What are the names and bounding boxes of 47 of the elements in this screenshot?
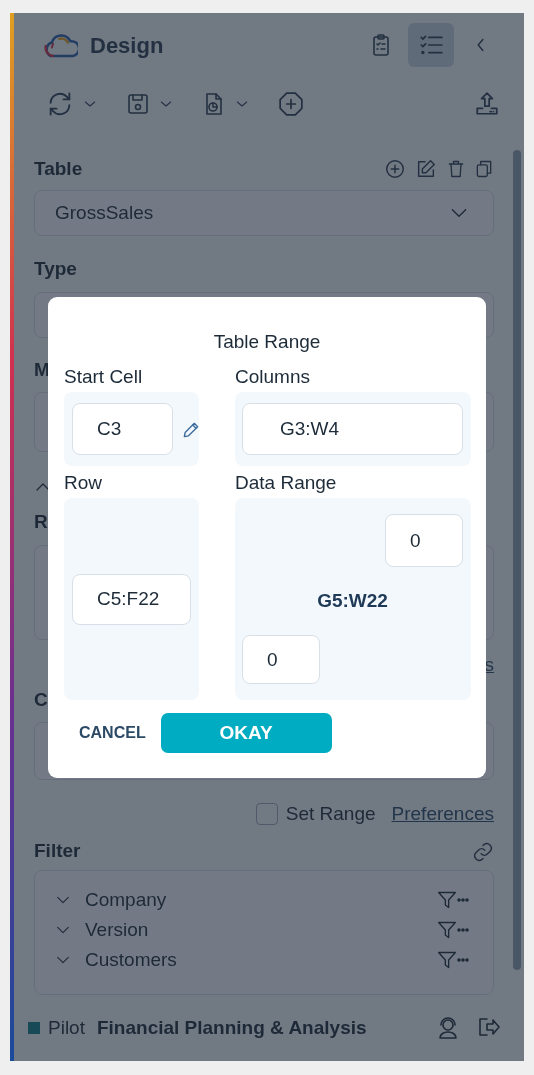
checklist-button[interactable] — [408, 23, 454, 67]
filter-icon — [437, 949, 457, 971]
section-label: Filter — [34, 838, 81, 863]
cancel-button[interactable]: CANCEL — [79, 721, 146, 745]
table-select[interactable]: GrossSales — [34, 190, 494, 236]
field-label: Row — [64, 471, 103, 495]
input-field[interactable]: 0 — [385, 514, 463, 567]
checkbox-label: Set Range — [285, 801, 376, 826]
filter-icon — [437, 889, 457, 911]
checkbox[interactable] — [255, 803, 278, 825]
okay-button[interactable]: OKAY — [160, 713, 332, 753]
trash-icon — [446, 158, 466, 180]
filter-item[interactable]: Company — [85, 885, 167, 915]
dialog-title: Table Range — [213, 330, 321, 353]
app-name: Financial Planning & Analysis — [96, 1015, 367, 1040]
section-label: Type — [34, 256, 77, 281]
panel-title: Design — [90, 31, 164, 60]
user-icon — [436, 1015, 460, 1041]
preferences-link[interactable]: Preferences — [391, 799, 494, 829]
scrollbar[interactable] — [513, 150, 521, 970]
add-icon — [278, 91, 304, 117]
input-field[interactable]: C5:F22 — [72, 573, 191, 625]
copy-icon — [474, 158, 494, 180]
filter-icon — [437, 919, 457, 941]
environment-label: Pilot — [48, 1015, 85, 1040]
section-label: C — [34, 687, 48, 712]
logout-icon — [476, 1015, 502, 1039]
more-icon — [457, 927, 469, 933]
field-label: Data Range — [235, 471, 338, 495]
status-square — [28, 1022, 40, 1034]
more-icon — [457, 957, 469, 963]
section-label: Table — [34, 156, 83, 181]
upload-icon — [474, 91, 500, 117]
input-field[interactable]: C3 — [72, 403, 173, 455]
range-value: G5:W22 — [317, 588, 388, 613]
link-icon — [472, 840, 494, 863]
add-icon — [384, 158, 406, 180]
more-icon — [457, 897, 469, 903]
link[interactable]: s — [484, 650, 494, 680]
field-label: Start Cell — [64, 365, 144, 389]
input-field[interactable]: G3:W4 — [242, 403, 463, 455]
input-field[interactable]: 0 — [242, 635, 320, 684]
save-icon — [126, 91, 150, 117]
section-label: R — [34, 509, 48, 534]
field-label: Columns — [235, 365, 311, 389]
filter-item[interactable]: Version — [85, 915, 149, 945]
filter-item[interactable]: Customers — [85, 945, 177, 975]
